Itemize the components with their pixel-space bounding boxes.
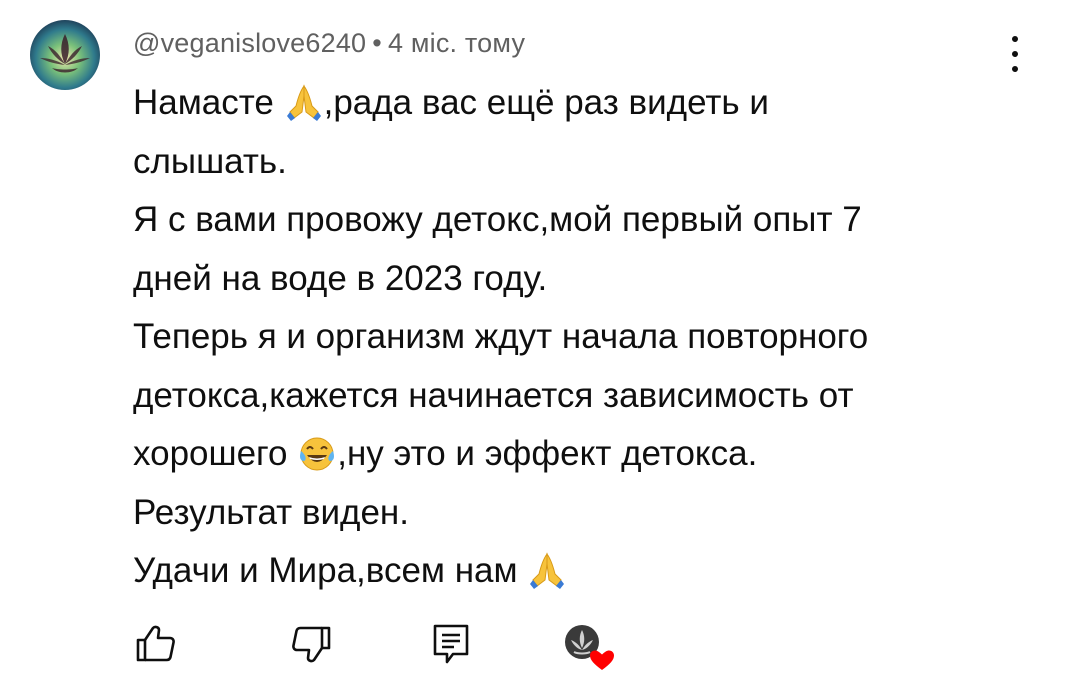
reply-button[interactable] — [427, 620, 475, 668]
comment-text-segment: Результат виден. — [133, 492, 409, 532]
comment-actions — [0, 612, 1080, 672]
dislike-button[interactable] — [287, 620, 335, 668]
avatar[interactable] — [30, 20, 100, 90]
comment-line: Намасте ,рада вас ещё раз видеть и — [133, 74, 1043, 133]
thumbs-up-icon — [136, 625, 175, 662]
comment-text-segment: ,ну это и эффект детокса. — [337, 434, 758, 473]
comment-text-segment: ,рада вас ещё раз видеть и — [323, 83, 769, 122]
like-button[interactable] — [132, 620, 180, 668]
more-options-icon[interactable] — [1000, 34, 1030, 74]
tears-of-joy-emoji — [297, 433, 337, 473]
reply-icon — [433, 624, 469, 664]
comment-text-segment: хорошего — [133, 434, 298, 473]
thumbs-down-icon — [292, 626, 331, 663]
comment-meta: @veganislove6240 • 4 міс. тому — [133, 28, 525, 59]
comment-text-segment: Теперь я и организм ждут начала повторно… — [133, 317, 869, 356]
creator-heart-icon — [565, 625, 614, 670]
comment-line: детокса,кажется начинается зависимость о… — [133, 367, 1043, 426]
comment-text: Намасте ,рада вас ещё раз видеть и слышат… — [133, 74, 1043, 601]
comment-text-segment: слышать. — [133, 141, 287, 181]
comment-text-segment: Я с вами провожу детокс,мой первый опыт … — [133, 200, 862, 239]
comment-line: Удачи и Мира,всем нам — [133, 542, 1043, 601]
comment-timestamp[interactable]: 4 міс. тому — [388, 28, 525, 58]
comment-line: Теперь я и организм ждут начала повторно… — [133, 308, 1043, 367]
comment-text-segment: Удачи и Мира,всем нам — [133, 551, 528, 590]
comment-line: хорошего ,ну это и эффект детокса. — [133, 425, 1043, 484]
comment-line: дней на воде в 2023 году. — [133, 250, 1043, 309]
comment-line: Результат виден. — [133, 484, 1043, 543]
meta-separator: • — [372, 28, 382, 58]
creator-heart-badge[interactable] — [560, 620, 620, 670]
author-name[interactable]: @veganislove6240 — [133, 28, 366, 58]
folded-hands-emoji — [527, 550, 567, 590]
comment-line: слышать. — [133, 133, 1043, 192]
comment-text-segment: детокса,кажется начинается зависимость о… — [133, 375, 854, 415]
comment-line: Я с вами провожу детокс,мой первый опыт … — [133, 191, 1043, 250]
comment-text-segment: Намасте — [133, 83, 284, 122]
folded-hands-emoji — [284, 82, 324, 122]
comment-text-segment: дней на воде в 2023 году. — [133, 258, 548, 298]
